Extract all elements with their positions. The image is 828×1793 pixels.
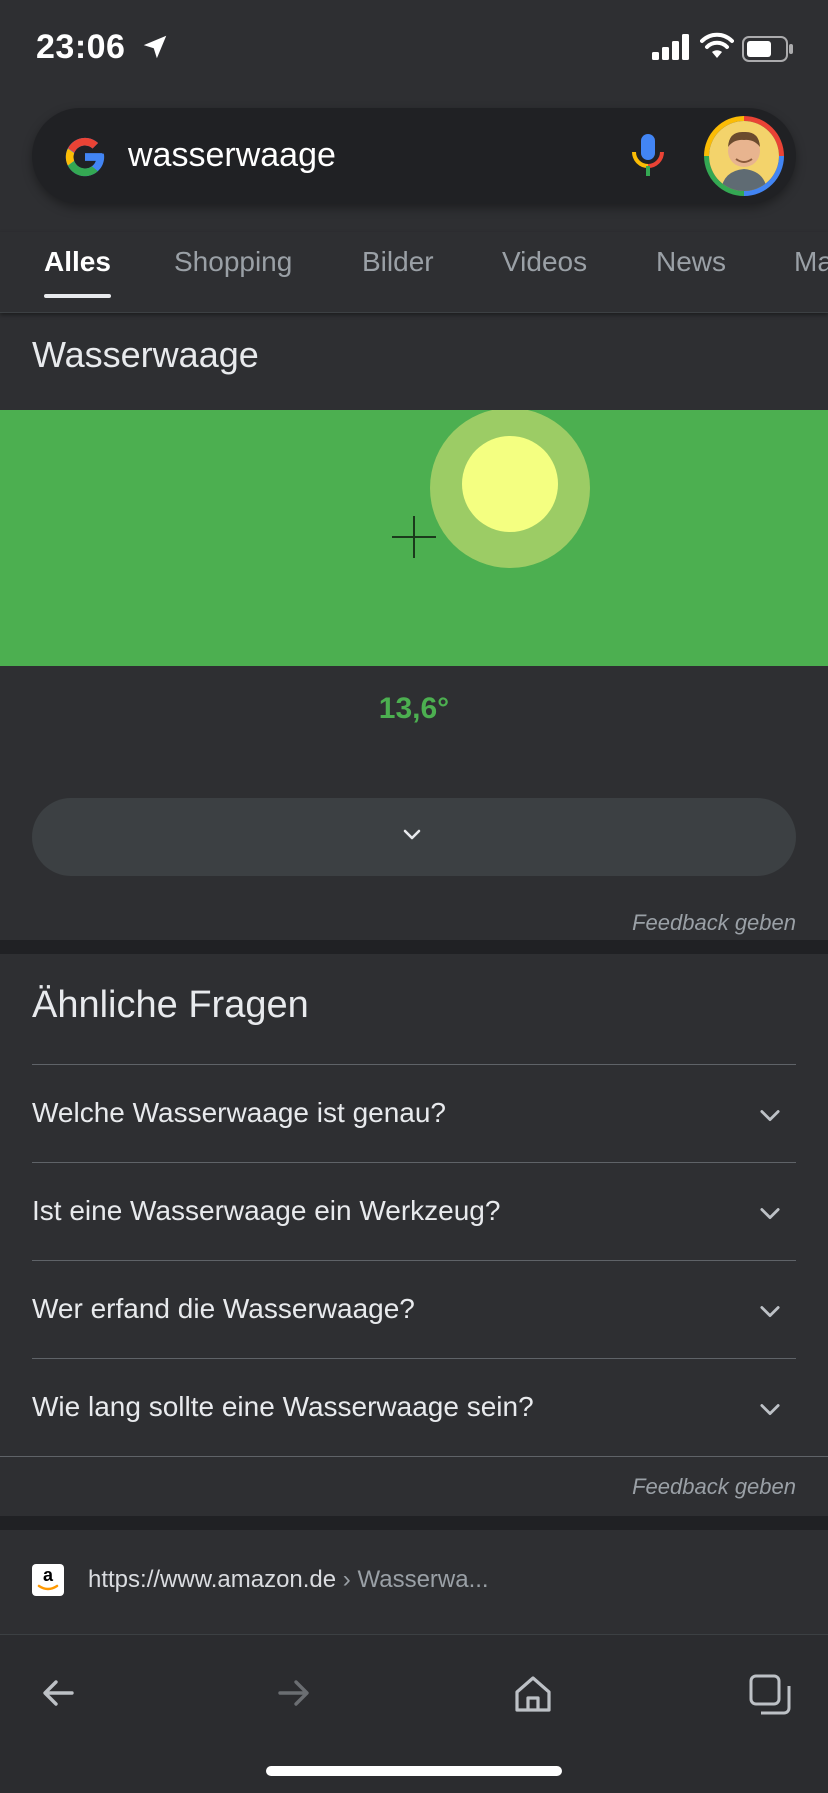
crosshair-icon xyxy=(413,516,415,558)
active-tab-indicator xyxy=(44,294,111,298)
related-questions-title: Ähnliche Fragen xyxy=(32,984,309,1026)
location-arrow-icon xyxy=(140,32,170,67)
battery-icon xyxy=(742,36,794,67)
chevron-down-icon xyxy=(756,1297,784,1330)
tab-label: Alles xyxy=(44,246,111,277)
home-indicator[interactable] xyxy=(266,1766,562,1776)
result-path: › Wasserwa... xyxy=(336,1566,489,1593)
search-tabs: Alles Shopping Bilder Videos News Ma xyxy=(0,232,828,313)
tab-alles[interactable]: Alles xyxy=(44,246,111,298)
google-g-icon[interactable] xyxy=(62,134,108,185)
feedback-link[interactable]: Feedback geben xyxy=(632,1474,796,1500)
svg-text:a: a xyxy=(43,1565,54,1585)
result-domain: https://www.amazon.de xyxy=(88,1566,337,1593)
chevron-down-icon xyxy=(400,822,424,851)
related-questions-list: Welche Wasserwaage ist genau? Ist eine W… xyxy=(32,1064,796,1456)
tab-shopping[interactable]: Shopping xyxy=(174,246,292,278)
status-bar: 23:06 xyxy=(0,0,828,100)
tab-label: Ma xyxy=(794,246,828,277)
tab-label: Shopping xyxy=(174,246,293,277)
tab-more[interactable]: Ma xyxy=(794,246,828,278)
tabs-icon[interactable] xyxy=(748,1673,792,1722)
section-divider xyxy=(0,940,828,954)
question-text: Ist eine Wasserwaage ein Werkzeug? xyxy=(32,1195,501,1226)
back-arrow-icon[interactable] xyxy=(38,1673,78,1718)
tab-videos[interactable]: Videos xyxy=(502,246,587,278)
list-divider xyxy=(0,1456,828,1457)
related-question[interactable]: Wer erfand die Wasserwaage? xyxy=(32,1260,796,1358)
signal-icon xyxy=(652,34,692,65)
question-text: Welche Wasserwaage ist genau? xyxy=(32,1097,446,1128)
level-bubble-outer xyxy=(430,410,590,568)
tab-news[interactable]: News xyxy=(656,246,726,278)
tab-label: Videos xyxy=(502,246,588,277)
home-icon[interactable] xyxy=(512,1673,554,1720)
spirit-level-display xyxy=(0,410,828,666)
tab-bilder[interactable]: Bilder xyxy=(362,246,434,278)
related-question[interactable]: Wie lang sollte eine Wasserwaage sein? xyxy=(32,1358,796,1456)
level-card-title: Wasserwaage xyxy=(32,334,259,375)
feedback-link[interactable]: Feedback geben xyxy=(632,910,796,936)
tab-label: Bilder xyxy=(362,246,434,277)
section-divider xyxy=(0,1516,828,1530)
chevron-down-icon xyxy=(756,1395,784,1428)
tab-label: News xyxy=(656,246,727,277)
angle-readout: 13,6° xyxy=(378,692,450,725)
related-question[interactable]: Welche Wasserwaage ist genau? xyxy=(32,1064,796,1162)
level-bubble xyxy=(462,436,558,532)
question-text: Wer erfand die Wasserwaage? xyxy=(32,1293,415,1324)
chevron-down-icon xyxy=(756,1199,784,1232)
microphone-icon[interactable] xyxy=(630,132,666,185)
status-time: 23:06 xyxy=(36,28,126,66)
expand-button[interactable] xyxy=(32,798,796,876)
amazon-favicon-icon: a xyxy=(32,1564,64,1596)
forward-arrow-icon[interactable] xyxy=(274,1673,314,1718)
profile-avatar[interactable] xyxy=(704,116,784,196)
search-input[interactable]: wasserwaage xyxy=(128,136,336,175)
question-text: Wie lang sollte eine Wasserwaage sein? xyxy=(32,1391,534,1422)
related-question[interactable]: Ist eine Wasserwaage ein Werkzeug? xyxy=(32,1162,796,1260)
chevron-down-icon xyxy=(756,1101,784,1134)
search-bar[interactable]: wasserwaage xyxy=(32,108,796,204)
wifi-icon xyxy=(700,32,734,65)
result-url[interactable]: https://www.amazon.de › Wasserwa... xyxy=(88,1566,489,1594)
